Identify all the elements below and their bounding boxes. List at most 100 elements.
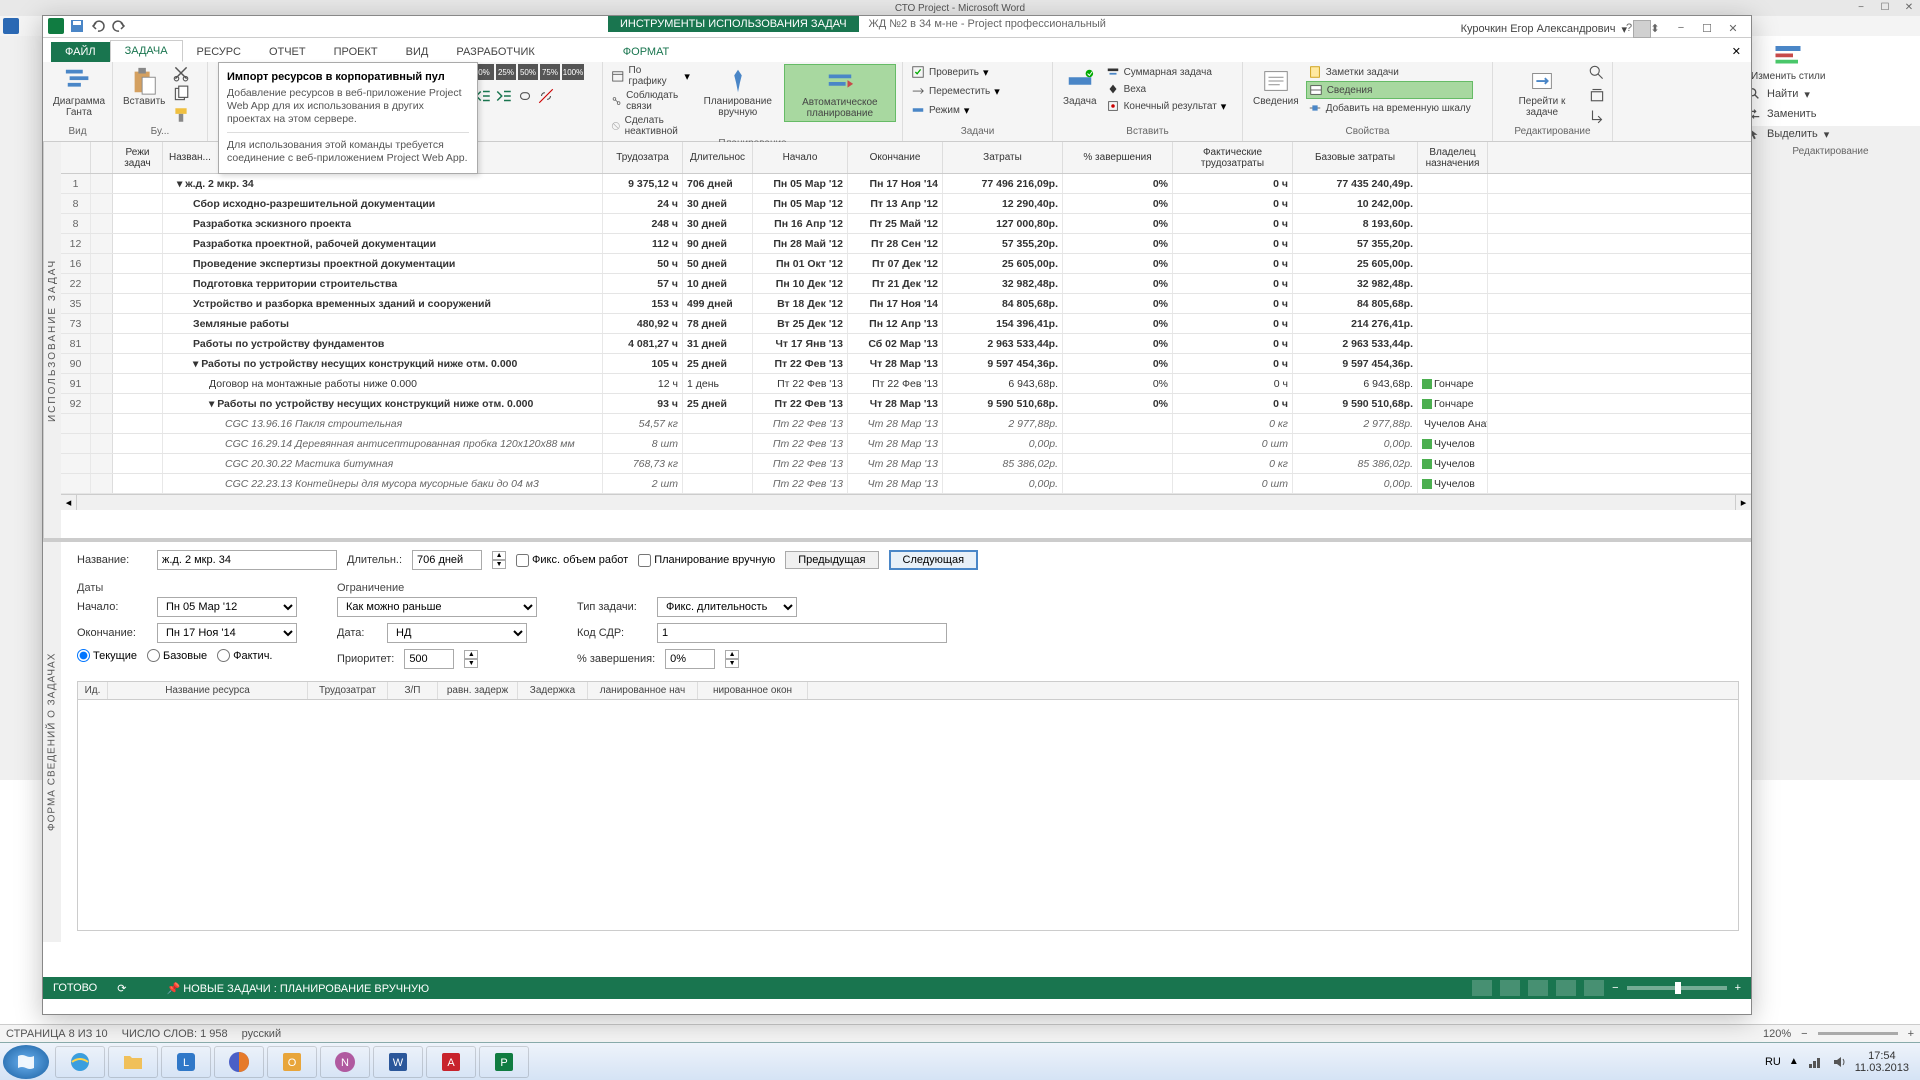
table-row[interactable]: 16Проведение экспертизы проектной докуме… <box>61 254 1751 274</box>
subcol-finish[interactable]: нированное окон <box>698 682 808 699</box>
scroll-right-button[interactable]: ▸ <box>1735 495 1751 510</box>
change-styles-icon[interactable] <box>1773 41 1803 71</box>
tab-resource[interactable]: РЕСУРС <box>183 42 255 62</box>
word-select-button[interactable]: Выделить ▾ <box>1747 124 1829 144</box>
subcol-resname[interactable]: Название ресурса <box>108 682 308 699</box>
details-button[interactable]: Сведения <box>1306 81 1473 99</box>
table-row[interactable]: CGC 22.23.13 Контейнеры для мусора мусор… <box>61 474 1751 494</box>
cut-icon[interactable] <box>172 64 190 82</box>
project-close-button[interactable]: ✕ <box>1720 19 1746 37</box>
name-input[interactable] <box>157 550 337 570</box>
taskbar-acrobat-button[interactable]: A <box>426 1046 476 1078</box>
taskbar-lync-button[interactable]: L <box>161 1046 211 1078</box>
project-help-button[interactable]: ? <box>1616 19 1642 37</box>
duration-input[interactable] <box>412 550 482 570</box>
view-usage-button[interactable] <box>1500 980 1520 996</box>
manual-checkbox[interactable]: Планирование вручную <box>638 554 775 567</box>
make-inactive-button[interactable]: Сделать неактивной <box>609 114 692 138</box>
table-row[interactable]: 73Земляные работы480,92 ч78 днейВт 25 Де… <box>61 314 1751 334</box>
task-notes-button[interactable]: Заметки задачи <box>1306 64 1473 80</box>
taskbar-project-button[interactable]: P <box>479 1046 529 1078</box>
format-painter-icon[interactable] <box>172 106 190 124</box>
save-icon[interactable] <box>69 18 85 34</box>
table-row[interactable]: CGC 13.96.16 Пакля строительная54,57 кгП… <box>61 414 1751 434</box>
undo-icon[interactable] <box>90 18 106 34</box>
gantt-chart-button[interactable]: Диаграмма Ганта <box>49 64 109 120</box>
doc-close-button[interactable]: ✕ <box>1722 41 1751 62</box>
tab-developer[interactable]: РАЗРАБОТЧИК <box>442 42 548 62</box>
col-owner[interactable]: Владелец назначения <box>1418 142 1488 173</box>
pct-75-button[interactable]: 75% <box>540 64 560 80</box>
col-mode[interactable]: Режи задач <box>113 142 163 173</box>
word-zoom-out[interactable]: − <box>1801 1028 1807 1040</box>
col-finish[interactable]: Окончание <box>848 142 943 173</box>
word-replace-button[interactable]: Заменить <box>1747 104 1829 124</box>
word-find-button[interactable]: Найти ▾ <box>1747 84 1829 104</box>
project-maximize-button[interactable]: ☐ <box>1694 19 1720 37</box>
col-cost[interactable]: Затраты <box>943 142 1063 173</box>
tab-task[interactable]: ЗАДАЧА <box>110 40 183 62</box>
table-row[interactable]: 8Разработка эскизного проекта248 ч30 дне… <box>61 214 1751 234</box>
col-actual-work[interactable]: Фактические трудозатраты <box>1173 142 1293 173</box>
tab-project[interactable]: ПРОЕКТ <box>320 42 392 62</box>
taskbar-word-button[interactable]: W <box>373 1046 423 1078</box>
table-row[interactable]: 81Работы по устройству фундаментов4 081,… <box>61 334 1751 354</box>
auto-schedule-button[interactable]: Автоматическое планирование <box>784 64 896 122</box>
project-minimize-button[interactable]: − <box>1668 19 1694 37</box>
task-button[interactable]: Задача <box>1059 64 1101 109</box>
view-sheet-button[interactable] <box>1556 980 1576 996</box>
table-row[interactable]: 91Договор на монтажные работы ниже 0.000… <box>61 374 1751 394</box>
start-button[interactable] <box>3 1045 49 1079</box>
word-minimize-button[interactable]: − <box>1853 0 1869 14</box>
horizontal-scrollbar[interactable]: ◂ ▸ <box>61 494 1751 510</box>
volume-icon[interactable] <box>1831 1054 1847 1070</box>
constraint-date-select[interactable]: НД <box>387 623 527 643</box>
respect-links-button[interactable]: Соблюдать связи <box>609 89 692 113</box>
fill-icon[interactable] <box>1588 106 1606 124</box>
resource-assignment-grid[interactable]: Ид. Название ресурса Трудозатрат З/П рав… <box>77 681 1739 931</box>
network-icon[interactable] <box>1807 1054 1823 1070</box>
tab-file[interactable]: ФАЙЛ <box>51 42 110 62</box>
baseline-radio[interactable]: Базовые <box>147 649 207 662</box>
table-row[interactable]: 92▾ Работы по устройству несущих констру… <box>61 394 1751 414</box>
priority-input[interactable] <box>404 649 454 669</box>
unlink-icon[interactable] <box>537 87 555 105</box>
word-language[interactable]: русский <box>242 1028 281 1040</box>
pct-50-button[interactable]: 50% <box>518 64 538 80</box>
table-row[interactable]: 22Подготовка территории строительства57 … <box>61 274 1751 294</box>
table-row[interactable]: 1▾ ж.д. 2 мкр. 349 375,12 ч706 днейПн 05… <box>61 174 1751 194</box>
view-report-button[interactable] <box>1584 980 1604 996</box>
tray-lang[interactable]: RU <box>1765 1056 1781 1068</box>
col-work[interactable]: Трудозатра <box>603 142 683 173</box>
tab-view[interactable]: ВИД <box>392 42 443 62</box>
task-type-select[interactable]: Фикс. длительность <box>657 597 797 617</box>
add-to-timeline-button[interactable]: Добавить на временную шкалу <box>1306 100 1473 116</box>
word-maximize-button[interactable]: ☐ <box>1877 0 1893 14</box>
link-icon[interactable] <box>516 87 534 105</box>
col-pct[interactable]: % завершения <box>1063 142 1173 173</box>
word-page-indicator[interactable]: СТРАНИЦА 8 ИЗ 10 <box>6 1028 108 1040</box>
subcol-leveling[interactable]: равн. задерж <box>438 682 518 699</box>
tab-format[interactable]: ФОРМАТ <box>609 42 684 62</box>
scroll-left-button[interactable]: ◂ <box>61 495 77 510</box>
taskbar-ie-button[interactable] <box>55 1046 105 1078</box>
summary-task-button[interactable]: Суммарная задача <box>1104 64 1229 80</box>
taskbar-outlook-button[interactable]: O <box>267 1046 317 1078</box>
word-close-button[interactable]: ✕ <box>1901 0 1917 14</box>
paste-button[interactable]: Вставить <box>119 64 169 109</box>
col-baseline-cost[interactable]: Базовые затраты <box>1293 142 1418 173</box>
find-icon[interactable] <box>1588 64 1606 82</box>
table-row[interactable]: 12Разработка проектной, рабочей документ… <box>61 234 1751 254</box>
view-team-button[interactable] <box>1528 980 1548 996</box>
pct-100-button[interactable]: 100% <box>562 64 584 80</box>
table-row[interactable]: CGC 16.29.14 Деревянная антисептированна… <box>61 434 1751 454</box>
project-ribbon-collapse[interactable]: ⬍ <box>1642 19 1668 37</box>
indent-icon[interactable] <box>495 87 513 105</box>
deliverable-button[interactable]: Конечный результат ▾ <box>1104 98 1229 114</box>
col-duration[interactable]: Длительнос <box>683 142 753 173</box>
word-zoom-in[interactable]: + <box>1908 1028 1914 1040</box>
mode-button[interactable]: Режим ▾ <box>909 102 971 118</box>
subcol-delay[interactable]: Задержка <box>518 682 588 699</box>
word-word-count[interactable]: ЧИСЛО СЛОВ: 1 958 <box>122 1028 228 1040</box>
tab-report[interactable]: ОТЧЕТ <box>255 42 320 62</box>
